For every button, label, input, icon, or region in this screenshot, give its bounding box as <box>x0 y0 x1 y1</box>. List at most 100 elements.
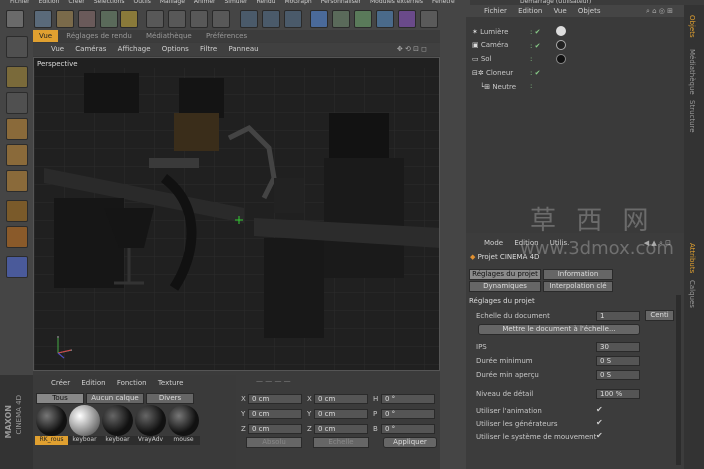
apply-button[interactable]: Appliquer <box>383 437 437 448</box>
deformer-icon[interactable] <box>398 10 416 28</box>
vtab-structure[interactable]: Structure <box>688 100 696 133</box>
menu-options[interactable]: Options <box>162 45 189 53</box>
menu-panneau[interactable]: Panneau <box>228 45 258 53</box>
min-time-field[interactable]: 0 S <box>596 356 640 366</box>
attributes-scrollbar[interactable] <box>676 295 681 465</box>
mat-menu-creer[interactable]: Créer <box>51 379 70 387</box>
tab-key-interpolation[interactable]: Interpolation clé <box>543 281 613 292</box>
document-scale-field[interactable]: 1 <box>596 311 640 321</box>
object-row-camera[interactable]: ▣ Caméra <box>472 39 508 52</box>
attr-menu-mode[interactable]: Mode <box>484 239 503 247</box>
axis-z-icon[interactable] <box>190 10 208 28</box>
size-x-field[interactable]: 0 cm <box>314 394 368 404</box>
position-x-field[interactable]: 0 cm <box>248 394 302 404</box>
floor-tag-icon[interactable] <box>556 54 566 64</box>
pen-icon[interactable] <box>332 10 350 28</box>
object-row-neutre[interactable]: └⊞ Neutre <box>480 81 516 94</box>
scale-document-button[interactable]: Mettre le document à l'échelle... <box>478 324 640 335</box>
cube-icon[interactable] <box>310 10 328 28</box>
model-mode-icon[interactable] <box>6 36 28 58</box>
scene-icon[interactable] <box>420 10 438 28</box>
light-tag-icon[interactable] <box>556 26 566 36</box>
material-label[interactable]: mouse <box>167 436 200 445</box>
points-mode-icon[interactable] <box>6 118 28 140</box>
material-label[interactable]: RK_rous <box>35 436 68 445</box>
rotation-h-field[interactable]: 0 ° <box>381 394 435 404</box>
coord-mode-dropdown[interactable]: Absolu <box>246 437 302 448</box>
axis-x-icon[interactable] <box>146 10 164 28</box>
position-z-field[interactable]: 0 cm <box>248 424 302 434</box>
coord-system-icon[interactable] <box>212 10 230 28</box>
render-picture-icon[interactable] <box>262 10 280 28</box>
menu-affichage[interactable]: Affichage <box>118 45 151 53</box>
vtab-objets[interactable]: Objets <box>688 15 696 38</box>
tab-media[interactable]: Médiathèque <box>140 30 198 42</box>
rotation-b-field[interactable]: 0 ° <box>381 424 435 434</box>
use-generators-checkbox[interactable]: ✔ <box>596 418 603 427</box>
coord-scale-dropdown[interactable]: Echelle <box>313 437 369 448</box>
viewport-3d[interactable]: Perspective <box>33 57 440 371</box>
scale-icon[interactable] <box>78 10 96 28</box>
rotation-p-field[interactable]: 0 ° <box>381 409 435 419</box>
tab-project-settings[interactable]: Réglages du projet <box>469 269 541 280</box>
tab-preferences[interactable]: Préférences <box>200 30 253 42</box>
material-swatch[interactable] <box>36 405 67 436</box>
array-icon[interactable] <box>376 10 394 28</box>
workplane-icon[interactable] <box>6 256 28 278</box>
menu-vue[interactable]: Vue <box>51 45 64 53</box>
viewport-nav-icons[interactable]: ✥ ⟲ ⊡ ◻ <box>397 43 427 56</box>
mat-tab-no-layer[interactable]: Aucun calque <box>86 393 144 404</box>
add-icon[interactable] <box>120 10 138 28</box>
mat-menu-edition[interactable]: Edition <box>81 379 105 387</box>
render-view-icon[interactable] <box>240 10 258 28</box>
object-row-lumiere[interactable]: ✶ Lumière <box>472 26 508 39</box>
vtab-attributs[interactable]: Attributs <box>688 243 696 273</box>
material-swatch[interactable] <box>135 405 166 436</box>
subdivision-icon[interactable] <box>354 10 372 28</box>
material-label[interactable]: keyboar <box>101 436 134 445</box>
camera-tag-icon[interactable] <box>556 40 566 50</box>
use-animation-checkbox[interactable]: ✔ <box>596 405 603 414</box>
min-preview-field[interactable]: 0 S <box>596 370 640 380</box>
menu-cameras[interactable]: Caméras <box>75 45 106 53</box>
vtab-calques[interactable]: Calques <box>688 280 696 308</box>
texture-mode-icon[interactable] <box>6 92 28 114</box>
menu-filtre[interactable]: Filtre <box>200 45 217 53</box>
material-swatch[interactable] <box>69 405 100 436</box>
tab-dynamics[interactable]: Dynamiques <box>469 281 541 292</box>
objects-menu-objets[interactable]: Objets <box>578 7 601 15</box>
fps-field[interactable]: 30 <box>596 342 640 352</box>
unit-dropdown[interactable]: Centi <box>645 310 674 321</box>
mat-menu-fonction[interactable]: Fonction <box>117 379 147 387</box>
tab-render-settings[interactable]: Réglages de rendu <box>60 30 137 42</box>
objects-tool-icons[interactable]: ⌕ ⌂ ◎ ⊞ <box>646 5 673 17</box>
objects-menu-edition[interactable]: Edition <box>518 7 542 15</box>
position-y-field[interactable]: 0 cm <box>248 409 302 419</box>
tab-information[interactable]: Information <box>543 269 613 280</box>
axis-mode-icon[interactable] <box>6 200 28 222</box>
axis-y-icon[interactable] <box>168 10 186 28</box>
object-row-sol[interactable]: ▭ Sol <box>472 53 492 66</box>
polygons-mode-icon[interactable] <box>6 170 28 192</box>
level-of-detail-field[interactable]: 100 % <box>596 389 640 399</box>
use-motion-system-checkbox[interactable]: ✔ <box>596 431 603 440</box>
object-mode-icon[interactable] <box>6 66 28 88</box>
objects-menu-vue[interactable]: Vue <box>554 7 567 15</box>
tab-vue[interactable]: Vue <box>33 30 59 42</box>
mat-tab-all[interactable]: Tous <box>36 393 84 404</box>
rotate-icon[interactable] <box>100 10 118 28</box>
snap-icon[interactable] <box>6 226 28 248</box>
mat-menu-texture[interactable]: Texture <box>158 379 184 387</box>
move-icon[interactable] <box>56 10 74 28</box>
material-swatch[interactable] <box>168 405 199 436</box>
mat-tab-misc[interactable]: Divers <box>146 393 194 404</box>
undo-icon[interactable] <box>6 10 24 28</box>
size-y-field[interactable]: 0 cm <box>314 409 368 419</box>
render-settings-icon[interactable] <box>284 10 302 28</box>
vtab-mediatheque[interactable]: Médiathèque <box>688 49 696 95</box>
objects-menu-fichier[interactable]: Fichier <box>484 7 507 15</box>
edges-mode-icon[interactable] <box>6 144 28 166</box>
select-icon[interactable] <box>34 10 52 28</box>
object-row-cloneur[interactable]: ⊟✲ Cloneur <box>472 67 513 80</box>
size-z-field[interactable]: 0 cm <box>314 424 368 434</box>
